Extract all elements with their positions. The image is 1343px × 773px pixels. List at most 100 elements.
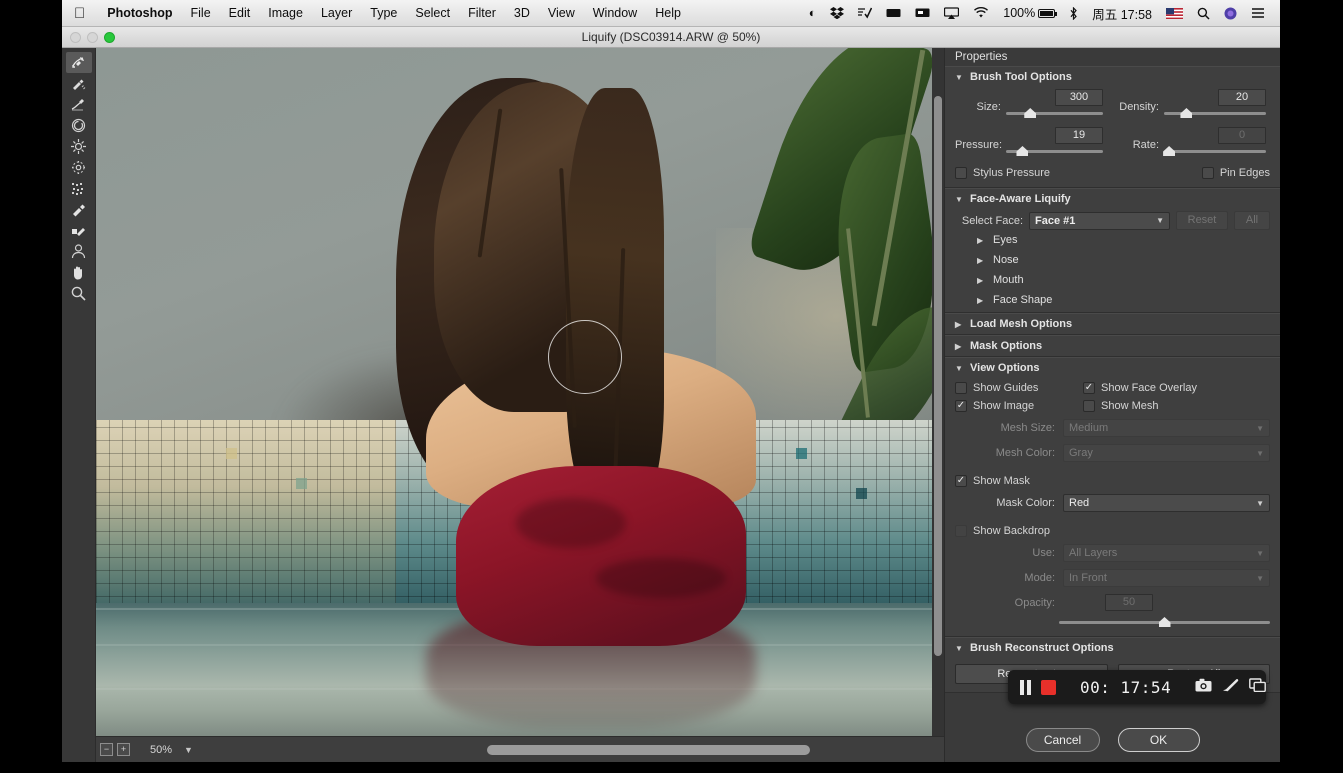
smooth-tool[interactable] — [66, 94, 92, 115]
mesh-color-dropdown[interactable]: Gray ▼ — [1063, 444, 1270, 462]
menu-item-photoshop[interactable]: Photoshop — [98, 6, 181, 20]
window-icon[interactable] — [1249, 677, 1267, 697]
display-icon[interactable] — [879, 7, 908, 19]
brush-rate-slider-knob[interactable] — [1163, 146, 1176, 156]
brush-tool-options-header[interactable]: ▼ Brush Tool Options — [945, 67, 1280, 87]
wifi-icon[interactable] — [966, 7, 996, 19]
menu-item-edit[interactable]: Edit — [220, 6, 260, 20]
show-face-overlay-checkbox-row[interactable]: ✓ Show Face Overlay — [1083, 382, 1197, 394]
search-icon[interactable] — [1190, 7, 1217, 20]
brush-pressure-slider-knob[interactable] — [1016, 146, 1029, 156]
stylus-pressure-checkbox[interactable] — [955, 167, 967, 179]
menu-item-layer[interactable]: Layer — [312, 6, 361, 20]
backdrop-opacity-input[interactable]: 50 — [1105, 594, 1153, 611]
triangle-right-icon[interactable]: ▶ — [977, 296, 986, 305]
zoom-tool[interactable] — [66, 283, 92, 304]
pin-edges-checkbox[interactable] — [1201, 167, 1214, 179]
menu-item-window[interactable]: Window — [584, 6, 646, 20]
menu-item-image[interactable]: Image — [259, 6, 312, 20]
show-mask-checkbox[interactable]: ✓ — [955, 475, 967, 487]
menu-item-view[interactable]: View — [539, 6, 584, 20]
brush-rate-input[interactable]: 0 — [1218, 127, 1266, 144]
show-guides-checkbox-row[interactable]: Show Guides — [955, 382, 1083, 394]
show-backdrop-checkbox-row[interactable]: Show Backdrop — [955, 525, 1270, 537]
contrast-icon[interactable]: ◐ — [802, 6, 824, 20]
triangle-down-icon[interactable]: ▼ — [955, 644, 964, 653]
dropbox-icon[interactable] — [823, 7, 851, 19]
brush-rate-slider[interactable] — [1163, 145, 1266, 157]
face-aware-liquify-header[interactable]: ▼ Face-Aware Liquify — [945, 189, 1280, 209]
zoom-out-button[interactable]: − — [100, 743, 113, 756]
clock-label[interactable]: 周五 17:58 — [1085, 4, 1159, 23]
face-all-button[interactable]: All — [1234, 211, 1270, 230]
freeze-mask-tool[interactable] — [66, 199, 92, 220]
mask-color-dropdown[interactable]: Red ▼ — [1063, 494, 1270, 512]
face-reset-button[interactable]: Reset — [1176, 211, 1228, 230]
menu-item-select[interactable]: Select — [406, 6, 459, 20]
brush-pressure-input[interactable]: 19 — [1055, 127, 1103, 144]
zoom-level-value[interactable]: 50% — [144, 744, 178, 756]
airplay-icon[interactable] — [937, 7, 966, 19]
canvas-vertical-scroll-thumb[interactable] — [934, 96, 942, 656]
menu-item-file[interactable]: File — [182, 6, 220, 20]
backdrop-opacity-slider[interactable] — [1059, 616, 1270, 628]
face-subsection-nose[interactable]: ▶ Nose — [955, 250, 1270, 270]
zoom-in-button[interactable]: + — [117, 743, 130, 756]
hand-tool[interactable] — [66, 262, 92, 283]
thaw-mask-tool[interactable] — [66, 220, 92, 241]
bluetooth-icon[interactable] — [1062, 6, 1085, 20]
triangle-down-icon[interactable]: ▼ — [955, 364, 964, 373]
show-face-overlay-checkbox[interactable]: ✓ — [1083, 382, 1095, 394]
section-load-mesh-options[interactable]: ▶ Load Mesh Options — [945, 313, 1280, 335]
show-mesh-checkbox[interactable] — [1083, 400, 1095, 412]
menu-item-filter[interactable]: Filter — [459, 6, 505, 20]
brush-size-slider-knob[interactable] — [1024, 108, 1037, 118]
cancel-button[interactable]: Cancel — [1025, 728, 1100, 752]
brush-density-slider[interactable] — [1164, 107, 1266, 119]
reconstruct-tool[interactable] — [66, 73, 92, 94]
battery-status[interactable]: 100% — [996, 6, 1062, 20]
pucker-tool[interactable] — [66, 136, 92, 157]
us-flag-icon[interactable] — [1159, 7, 1190, 19]
face-subsection-eyes[interactable]: ▶ Eyes — [955, 230, 1270, 250]
section-mask-options[interactable]: ▶ Mask Options — [945, 335, 1280, 357]
triangle-down-icon[interactable]: ▼ — [955, 73, 964, 82]
monitor-icon[interactable] — [908, 7, 937, 19]
show-guides-checkbox[interactable] — [955, 382, 967, 394]
siri-icon[interactable] — [1217, 7, 1244, 20]
brush-pressure-slider[interactable] — [1006, 145, 1103, 157]
notification-center-icon[interactable] — [1244, 7, 1272, 19]
menu-item-help[interactable]: Help — [646, 6, 690, 20]
brush-size-input[interactable]: 300 — [1055, 89, 1103, 106]
zoom-dropdown-chevron-down-icon[interactable]: ▼ — [184, 745, 193, 755]
view-options-header[interactable]: ▼ View Options — [945, 358, 1280, 378]
push-left-tool[interactable] — [66, 178, 92, 199]
triangle-right-icon[interactable]: ▶ — [977, 276, 986, 285]
twirl-clockwise-tool[interactable] — [66, 115, 92, 136]
triangle-right-icon[interactable]: ▶ — [977, 256, 986, 265]
mask-options-header[interactable]: ▶ Mask Options — [945, 336, 1280, 356]
brush-size-slider[interactable] — [1006, 107, 1103, 119]
brush-reconstruct-options-header[interactable]: ▼ Brush Reconstruct Options — [945, 638, 1280, 658]
canvas-area[interactable]: − + 50% ▼ — [96, 48, 944, 762]
show-backdrop-checkbox[interactable] — [955, 525, 967, 537]
backdrop-use-dropdown[interactable]: All Layers ▼ — [1063, 544, 1270, 562]
show-image-checkbox-row[interactable]: ✓ Show Image — [955, 400, 1083, 412]
show-mesh-checkbox-row[interactable]: Show Mesh — [1083, 400, 1158, 412]
face-subsection-mouth[interactable]: ▶ Mouth — [955, 270, 1270, 290]
select-face-dropdown[interactable]: Face #1 ▼ — [1029, 211, 1170, 230]
pause-icon[interactable] — [1020, 679, 1031, 695]
camera-icon[interactable] — [1195, 678, 1212, 697]
triangle-down-icon[interactable]: ▼ — [955, 195, 964, 204]
load-mesh-options-header[interactable]: ▶ Load Mesh Options — [945, 314, 1280, 334]
backdrop-mode-dropdown[interactable]: In Front ▼ — [1063, 569, 1270, 587]
mesh-size-dropdown[interactable]: Medium ▼ — [1063, 419, 1270, 437]
menu-item-type[interactable]: Type — [361, 6, 406, 20]
liquify-preview-image[interactable] — [96, 48, 944, 736]
forward-warp-tool[interactable] — [65, 52, 92, 73]
canvas-horizontal-scrollbar[interactable] — [209, 744, 942, 756]
triangle-right-icon[interactable]: ▶ — [955, 342, 964, 351]
list-check-icon[interactable] — [851, 7, 879, 19]
brush-density-slider-knob[interactable] — [1180, 108, 1193, 118]
show-image-checkbox[interactable]: ✓ — [955, 400, 967, 412]
